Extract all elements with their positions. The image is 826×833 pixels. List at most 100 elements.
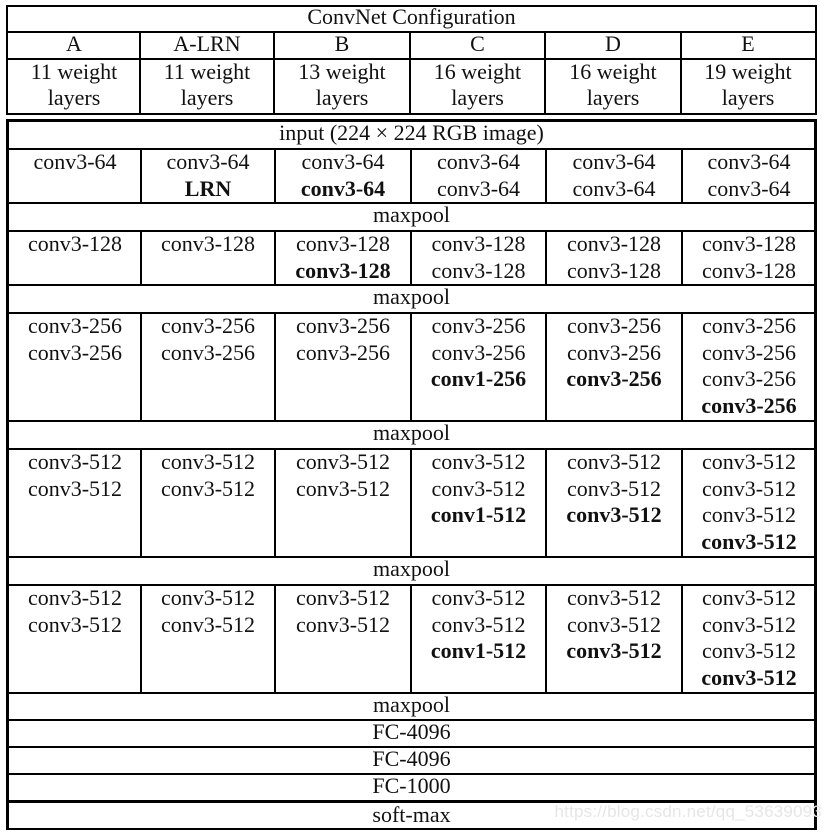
layer: conv3-512: [295, 585, 391, 610]
layer: conv3-256: [295, 313, 391, 338]
layer: conv3-512: [160, 585, 256, 610]
layer: conv3-256: [160, 339, 256, 365]
column-depth: layers: [180, 85, 234, 110]
column-depth: 11 weight: [30, 59, 118, 84]
layer: conv3-512: [160, 449, 256, 474]
column-depth: 19 weight: [704, 59, 792, 84]
layer: conv3-128: [431, 257, 526, 283]
layer: conv3-512: [566, 611, 662, 637]
layer: conv3-256: [27, 313, 123, 338]
layer-added: conv1-256: [430, 366, 527, 391]
layer: conv3-512: [566, 585, 662, 610]
layer: conv3-512: [701, 502, 797, 527]
layer: conv3-128: [701, 257, 797, 283]
column-depth: layers: [315, 85, 369, 110]
layer: conv3-512: [431, 449, 526, 474]
layer: conv3-256: [701, 366, 797, 391]
layer: conv3-512: [701, 611, 797, 637]
table-title: ConvNet Configuration: [307, 4, 516, 29]
layer: conv3-512: [295, 449, 391, 474]
layer: conv3-512: [295, 475, 391, 501]
fc-row: FC-1000: [372, 773, 451, 798]
config-layers-table: input (224 × 224 RGB image) conv3-64 conv…: [6, 119, 817, 830]
layer: conv3-512: [701, 585, 797, 610]
layer: conv3-256: [701, 313, 797, 338]
fc-row: FC-4096: [372, 746, 451, 771]
layer: conv3-64: [301, 149, 385, 174]
layer-added: conv3-512: [566, 638, 662, 663]
layer: conv3-256: [701, 339, 797, 365]
column-depth: 11 weight: [163, 59, 251, 84]
column-name: A: [66, 31, 82, 56]
layer: conv3-64: [572, 175, 656, 201]
layer: conv3-64: [572, 149, 656, 174]
layer: conv3-256: [431, 313, 526, 338]
layer: conv3-128: [295, 231, 391, 256]
fc-row: FC-4096: [372, 719, 451, 744]
layer-added: conv3-512: [701, 528, 797, 554]
layer: conv3-256: [160, 313, 256, 338]
layer-added: conv3-128: [295, 257, 391, 283]
layer: conv3-256: [27, 339, 123, 365]
layer: conv3-512: [160, 475, 256, 501]
layer: conv3-512: [27, 585, 123, 610]
layer: conv3-512: [431, 475, 526, 501]
column-depth: 16 weight: [433, 59, 522, 84]
layer: conv3-128: [701, 231, 797, 256]
column-name: B: [334, 31, 350, 56]
layer-added: conv3-512: [701, 664, 797, 690]
maxpool-row: maxpool: [373, 202, 450, 227]
column-name: C: [470, 31, 485, 56]
layer: conv3-256: [566, 339, 662, 365]
column-name: D: [605, 31, 621, 56]
layer: conv3-128: [27, 231, 123, 256]
column-depth: layers: [451, 85, 504, 110]
layer: conv3-512: [27, 611, 123, 637]
maxpool-row: maxpool: [373, 692, 450, 717]
layer-added: conv1-512: [430, 638, 527, 663]
maxpool-row: maxpool: [373, 556, 450, 581]
layer: conv3-512: [566, 449, 662, 474]
layer: conv3-256: [295, 339, 391, 365]
layer: conv3-64: [707, 149, 791, 174]
column-depth: 13 weight: [298, 59, 386, 84]
column-depth: layers: [47, 85, 101, 110]
layer: conv3-512: [701, 638, 797, 663]
maxpool-row: maxpool: [373, 420, 450, 445]
layer-added: conv3-512: [566, 502, 662, 527]
layer: conv3-512: [27, 475, 123, 501]
layer: conv3-64: [436, 175, 521, 201]
layer: conv3-128: [431, 231, 526, 256]
layer-added: LRN: [184, 175, 232, 201]
column-depth: layers: [586, 85, 640, 110]
maxpool-row: maxpool: [373, 284, 450, 309]
column-name: A-LRN: [173, 31, 241, 56]
layer: conv3-256: [431, 339, 526, 365]
input-row: input (224 × 224 RGB image): [279, 120, 544, 145]
column-name: E: [741, 31, 755, 56]
layer: conv3-512: [27, 449, 123, 474]
watermark: https://blog.csdn.net/qq_53639093: [554, 802, 822, 821]
layer: conv3-512: [701, 475, 797, 501]
layer-added: conv1-512: [430, 502, 527, 527]
layer: conv3-512: [566, 475, 662, 501]
config-header-table: ConvNet Configuration A 11 weight layers A-…: [6, 4, 817, 115]
layer-added: conv3-64: [300, 175, 386, 201]
column-depth: 16 weight: [569, 59, 657, 84]
layer: conv3-128: [566, 257, 662, 283]
layer-added: conv3-256: [566, 366, 662, 391]
layer-added: conv3-256: [701, 392, 797, 418]
layer: conv3-64: [707, 175, 791, 201]
layer: conv3-64: [436, 149, 521, 174]
layer: conv3-512: [295, 611, 391, 637]
layer: conv3-512: [431, 585, 526, 610]
layer: conv3-512: [431, 611, 526, 637]
layer: conv3-64: [166, 149, 250, 174]
layer: conv3-512: [701, 449, 797, 474]
layer: conv3-512: [160, 611, 256, 637]
layer: conv3-64: [33, 149, 117, 174]
column-depth: layers: [721, 85, 775, 110]
layer: conv3-128: [566, 231, 662, 256]
layer: conv3-256: [566, 313, 662, 338]
layer: conv3-128: [160, 231, 256, 256]
